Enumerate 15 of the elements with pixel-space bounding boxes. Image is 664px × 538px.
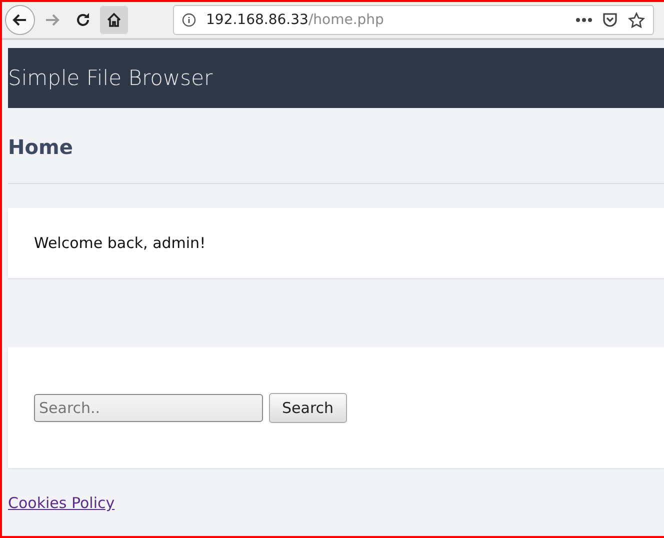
home-icon: [106, 12, 122, 28]
info-icon[interactable]: [182, 13, 196, 27]
search-button[interactable]: Search: [269, 392, 347, 422]
welcome-message: Welcome back, admin!: [34, 234, 206, 252]
site-title: Simple File Browser: [8, 66, 213, 90]
more-icon[interactable]: [576, 17, 592, 23]
reload-icon: [74, 11, 92, 29]
search-field[interactable]: Search..: [34, 394, 263, 422]
cookies-policy-link[interactable]: Cookies Policy: [8, 494, 115, 512]
address-bar[interactable]: 192.168.86.33/home.php: [173, 5, 654, 35]
page-title: Home: [8, 135, 74, 159]
star-icon[interactable]: [628, 12, 645, 28]
home-button[interactable]: [100, 6, 128, 34]
back-button[interactable]: [5, 5, 35, 35]
url-text: 192.168.86.33/home.php: [206, 12, 385, 28]
